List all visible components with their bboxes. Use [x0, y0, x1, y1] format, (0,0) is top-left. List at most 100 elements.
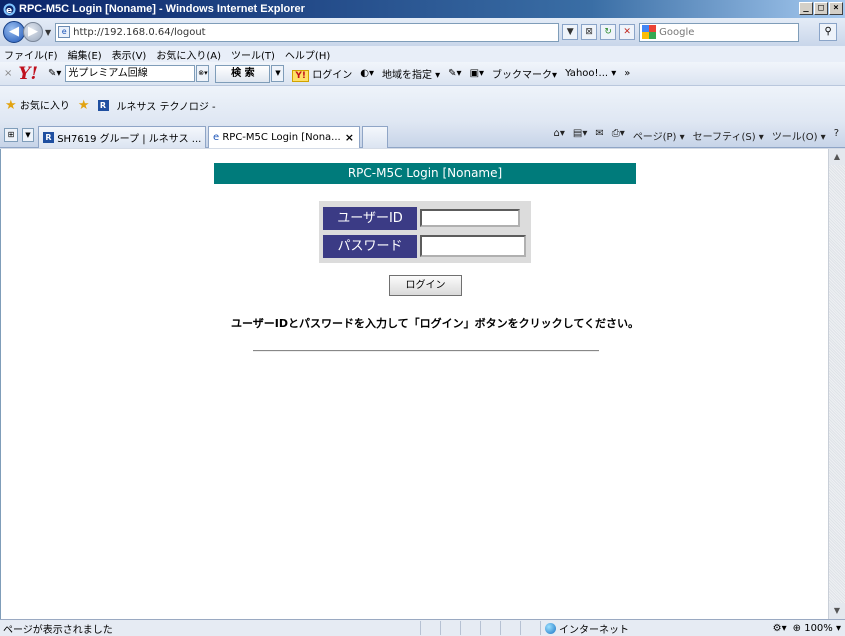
status-pane — [460, 621, 480, 635]
yahoo-login-label: ログイン — [312, 70, 353, 81]
globe-icon — [545, 622, 556, 634]
status-message: ページが表示されました — [3, 624, 113, 636]
menu-view[interactable]: 表示(V) — [112, 47, 147, 62]
svg-text:e: e — [6, 6, 12, 16]
back-button[interactable]: ◀ — [3, 21, 25, 43]
mail-icon[interactable]: ✉ — [595, 128, 603, 143]
home-icon[interactable]: ⌂▾ — [554, 128, 565, 143]
yahoo-search-input[interactable]: 光プレミアム回線 — [65, 65, 196, 82]
login-form: ユーザーID パスワード — [319, 201, 531, 263]
page-menu[interactable]: ページ(P) ▾ — [633, 128, 685, 143]
refresh-button[interactable]: ↻ — [600, 24, 617, 40]
feeds-icon[interactable]: ▤▾ — [573, 128, 587, 143]
command-bar: ⌂▾ ▤▾ ✉ ⎙▾ ページ(P) ▾ セーフティ(S) ▾ ツール(O) ▾ … — [554, 128, 839, 143]
zone-label: インターネット — [559, 624, 629, 636]
favorites-label: お気に入り — [19, 101, 70, 112]
user-id-label: ユーザーID — [323, 206, 417, 230]
vertical-scrollbar[interactable]: ▲ ▼ — [828, 149, 845, 619]
pencil-icon[interactable]: ✎▾ — [48, 68, 61, 79]
page-icon: e — [58, 26, 71, 38]
close-button[interactable]: × — [829, 2, 843, 15]
divider — [253, 350, 599, 352]
renesas-favicon-icon: R — [97, 99, 109, 111]
zoom-level: 100% — [804, 622, 833, 634]
tab-label: RPC-M5C Login [Nona... — [222, 132, 341, 143]
bookmark-button[interactable]: ブックマーク▾ — [492, 66, 557, 81]
status-bar: ページが表示されました インターネット ⚙▾ ⊕ 100% ▾ — [0, 619, 845, 636]
yahoo-login-badge: Y! — [292, 70, 310, 82]
status-pane — [480, 621, 500, 635]
login-instruction: ユーザーIDとパスワードを入力して「ログイン」ボタンをクリックしてください。 — [231, 317, 640, 330]
status-pane — [440, 621, 460, 635]
favorite-link-renesas[interactable]: ルネサス テクノロジ - — [117, 98, 216, 113]
address-toolbar: ◀ ▶ ▼ e http://192.168.0.64/logout ▼ ⊠ ↻… — [0, 18, 845, 46]
menu-file[interactable]: ファイル(F) — [4, 47, 58, 62]
minimize-button[interactable]: _ — [799, 2, 813, 15]
favorites-bar: ★ お気に入り ★ R ルネサス テクノロジ - — [0, 86, 845, 122]
ie-page-icon: e — [213, 132, 220, 143]
safety-menu[interactable]: セーフティ(S) ▾ — [693, 128, 764, 143]
status-pane — [420, 621, 440, 635]
add-favorite-icon[interactable]: ★ — [78, 98, 90, 113]
page-viewport: RPC-M5C Login [Noname] ユーザーID パスワード ログイン… — [0, 149, 845, 619]
security-zone[interactable]: インターネット — [540, 621, 700, 636]
search-input[interactable]: Google — [639, 22, 800, 42]
tab-close-icon[interactable]: × — [345, 131, 354, 144]
user-id-input[interactable] — [420, 209, 520, 227]
ie-logo-icon: e — [3, 3, 16, 16]
compatibility-view-icon[interactable]: ⊠ — [581, 24, 598, 40]
search-go-icon[interactable]: ⚲ — [819, 23, 838, 41]
protected-mode-icon[interactable]: ⚙▾ — [773, 623, 787, 634]
status-pane — [520, 621, 540, 635]
scroll-up-icon[interactable]: ▲ — [829, 149, 845, 165]
more-chevron-icon[interactable]: » — [624, 68, 630, 79]
stop-button[interactable]: ✕ — [619, 24, 636, 40]
search-placeholder: Google — [659, 26, 695, 38]
tab-label: SH7619 グループ | ルネサス ... — [57, 134, 202, 145]
address-dropdown-button[interactable]: ▼ — [562, 24, 579, 40]
window-title: RPC-M5C Login [Noname] - Windows Interne… — [19, 3, 305, 15]
toolbar-close-icon[interactable]: × — [4, 68, 12, 79]
address-bar[interactable]: e http://192.168.0.64/logout — [55, 22, 560, 42]
status-pane — [500, 621, 520, 635]
mail-button[interactable]: Yahoo!... ▾ — [565, 68, 616, 79]
menu-favorites[interactable]: お気に入り(A) — [156, 47, 221, 62]
google-logo-icon — [642, 25, 657, 39]
tab-bar: ⊞ ▼ R SH7619 グループ | ルネサス ... e RPC-M5C L… — [0, 122, 845, 148]
menu-tools[interactable]: ツール(T) — [231, 47, 275, 62]
yahoo-search-dropdown[interactable]: ▼ — [271, 65, 285, 82]
yahoo-toolbar: × Y! ✎▾ 光プレミアム回線 ⊗▾ 検 索 ▼ Y! ログイン ◐▾ 地域を… — [0, 62, 845, 86]
menu-help[interactable]: ヘルプ(H) — [285, 47, 330, 62]
menu-edit[interactable]: 編集(E) — [68, 47, 102, 62]
favorites-button[interactable]: ★ お気に入り — [5, 97, 70, 113]
forward-button[interactable]: ▶ — [23, 22, 43, 42]
password-label: パスワード — [323, 234, 417, 258]
pen-tool-icon[interactable]: ✎▾ — [448, 68, 461, 79]
print-icon[interactable]: ⎙▾ — [612, 128, 625, 143]
maximize-button[interactable]: □ — [814, 2, 828, 15]
region-button[interactable]: 地域を指定 ▾ — [382, 66, 440, 81]
zoom-control[interactable]: ⊕ 100% ▾ — [793, 623, 841, 634]
yahoo-clear-icon[interactable]: ⊗▾ — [196, 65, 210, 82]
window-titlebar: e RPC-M5C Login [Noname] - Windows Inter… — [0, 0, 845, 18]
new-tab-button[interactable] — [362, 126, 388, 148]
password-input[interactable] — [420, 235, 526, 257]
map-icon[interactable]: ▣▾ — [470, 68, 484, 79]
scroll-down-icon[interactable]: ▼ — [829, 603, 845, 619]
menu-bar: ファイル(F) 編集(E) 表示(V) お気に入り(A) ツール(T) ヘルプ(… — [0, 46, 845, 62]
yahoo-search-button[interactable]: 検 索 — [215, 64, 271, 83]
yahoo-logo-icon[interactable]: Y! — [18, 64, 38, 84]
security-shield-icon[interactable]: ◐▾ — [360, 68, 374, 79]
login-button[interactable]: ログイン — [389, 275, 462, 296]
quick-tabs-icon[interactable]: ⊞ — [4, 128, 18, 142]
history-dropdown-icon[interactable]: ▼ — [45, 28, 51, 37]
tools-menu[interactable]: ツール(O) ▾ — [772, 128, 826, 143]
tab-login[interactable]: e RPC-M5C Login [Nona... × — [208, 126, 360, 148]
tab-renesas[interactable]: R SH7619 グループ | ルネサス ... — [38, 126, 206, 148]
tab-list-icon[interactable]: ▼ — [22, 128, 34, 142]
help-icon[interactable]: ? — [834, 128, 839, 143]
address-url: http://192.168.0.64/logout — [73, 26, 206, 38]
yahoo-login-button[interactable]: Y! ログイン — [292, 66, 353, 82]
renesas-favicon-icon: R — [43, 132, 54, 143]
page-title: RPC-M5C Login [Noname] — [214, 163, 636, 184]
